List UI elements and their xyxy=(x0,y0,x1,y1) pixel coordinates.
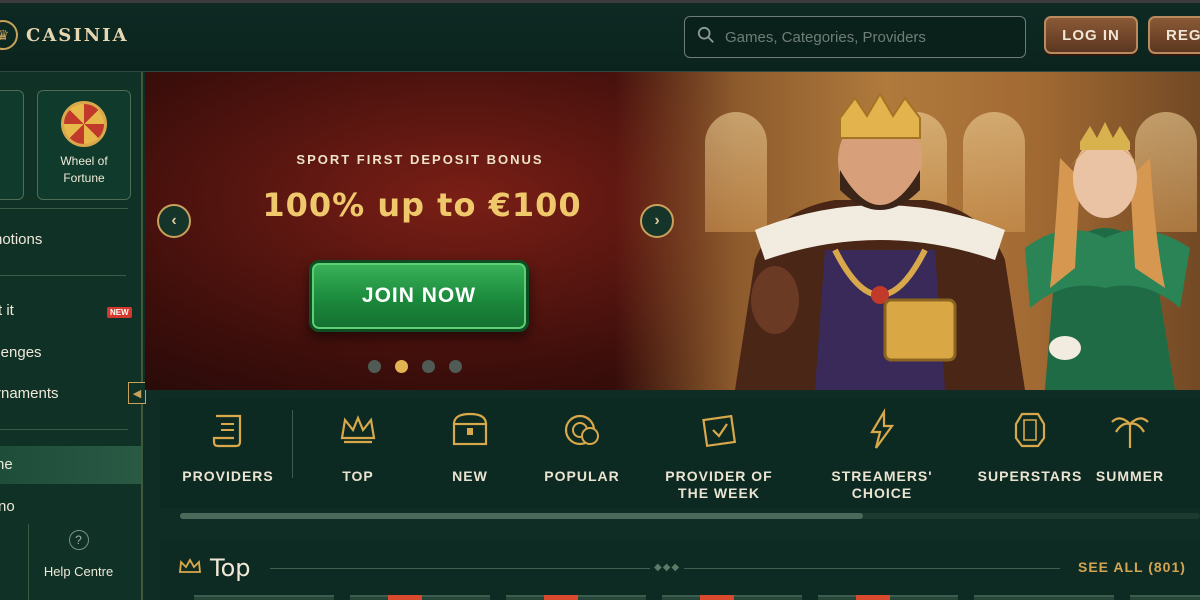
sidebar-tile-partial[interactable] xyxy=(0,90,24,200)
see-all-link[interactable]: SEE ALL (801) xyxy=(1078,559,1186,575)
game-thumbnail[interactable] xyxy=(194,595,334,600)
category-popular[interactable]: POPULAR xyxy=(512,408,652,485)
game-thumbnail[interactable] xyxy=(506,595,646,600)
sidebar-item-home-active[interactable] xyxy=(0,446,141,484)
sidebar: Wheel of Fortune notions t it NEW llenge… xyxy=(0,72,143,600)
top-games-section: Top ◆◆◆ SEE ALL (801) xyxy=(160,540,1200,600)
category-providers[interactable]: PROVIDERS xyxy=(158,408,298,485)
section-title: Top xyxy=(210,554,251,582)
wheel-of-fortune-tile[interactable]: Wheel of Fortune xyxy=(37,90,131,200)
game-badge xyxy=(544,595,578,600)
gem-icon xyxy=(1014,412,1046,448)
game-thumbnail[interactable] xyxy=(350,595,490,600)
category-label: SUMMER xyxy=(1095,468,1165,484)
lion-icon: ♛ xyxy=(0,20,18,50)
game-badge xyxy=(856,595,890,600)
sidebar-item-promotions[interactable]: notions xyxy=(0,231,42,248)
category-label: PROVIDERS xyxy=(182,468,274,484)
crown-icon xyxy=(340,415,376,444)
category-bar: PROVIDERS TOP NEW POPULAR PROVIDER OF TH… xyxy=(160,398,1200,508)
help-centre-button[interactable]: ? Help Centre xyxy=(28,524,128,600)
search-box[interactable] xyxy=(684,16,1026,58)
new-badge: NEW xyxy=(107,307,132,318)
carousel-dot[interactable] xyxy=(368,360,381,373)
promo-subtitle: SPORT FIRST DEPOSIT BONUS xyxy=(296,152,544,167)
game-thumbnail[interactable] xyxy=(974,595,1114,600)
top-header: ♛ CASINIA LOG IN REGI xyxy=(0,0,1200,72)
category-label: NEW xyxy=(452,468,488,484)
sidebar-item-casino[interactable]: no xyxy=(0,498,15,515)
promo-title: 100% up to €100 xyxy=(262,186,582,224)
wheel-of-fortune-label: Wheel of Fortune xyxy=(60,154,108,185)
queen-illustration xyxy=(1025,122,1190,390)
chips-icon xyxy=(564,414,599,446)
banner-next-button[interactable]: › xyxy=(640,204,674,238)
lightning-icon xyxy=(870,408,895,449)
carousel-dot[interactable] xyxy=(422,360,435,373)
category-summer[interactable]: SUMMER xyxy=(1060,408,1200,485)
game-thumbnail[interactable] xyxy=(818,595,958,600)
king-illustration xyxy=(735,92,1025,390)
game-thumbnail[interactable] xyxy=(1130,595,1200,600)
category-streamers-choice[interactable]: STREAMERS' CHOICE xyxy=(812,408,952,502)
carousel-dot[interactable] xyxy=(449,360,462,373)
page: ♛ CASINIA LOG IN REGI Wheel of Fortune n… xyxy=(0,0,1200,600)
sidebar-item-tournaments[interactable]: rnaments xyxy=(0,385,59,402)
promo-banner[interactable]: ‹ › SPORT FIRST DEPOSIT BONUS 100% up to… xyxy=(145,72,1200,390)
game-badge xyxy=(388,595,422,600)
category-scrollbar[interactable] xyxy=(180,513,1200,519)
join-now-button[interactable]: JOIN NOW xyxy=(309,260,529,332)
sidebar-divider xyxy=(0,429,128,430)
sidebar-item-hit-it[interactable]: t it xyxy=(0,302,14,319)
category-scrollbar-thumb[interactable] xyxy=(180,513,863,519)
category-label: PROVIDER OF THE WEEK xyxy=(665,468,773,501)
casinia-logo[interactable]: ♛ CASINIA xyxy=(0,20,129,50)
login-button[interactable]: LOG IN xyxy=(1044,16,1138,54)
category-label: POPULAR xyxy=(544,468,620,484)
banner-prev-button[interactable]: ‹ xyxy=(157,204,191,238)
crown-icon xyxy=(179,558,201,573)
palm-icon xyxy=(1111,417,1149,448)
sidebar-divider xyxy=(0,208,128,209)
search-icon xyxy=(697,26,715,49)
help-icon: ? xyxy=(68,530,89,550)
sidebar-item-home[interactable]: ne xyxy=(0,456,13,473)
category-provider-of-the-week[interactable]: PROVIDER OF THE WEEK xyxy=(648,408,790,502)
scroll-icon xyxy=(212,414,242,448)
carousel-dot-active[interactable] xyxy=(395,360,408,373)
register-button[interactable]: REGI xyxy=(1148,16,1200,54)
category-label: STREAMERS' CHOICE xyxy=(831,468,933,501)
search-input[interactable] xyxy=(725,28,1005,46)
sidebar-divider xyxy=(0,275,126,276)
game-thumbnail[interactable] xyxy=(662,595,802,600)
sidebar-collapse-button[interactable]: ◀ xyxy=(128,382,146,404)
help-centre-label: Help Centre xyxy=(43,564,114,579)
sidebar-item-challenges[interactable]: llenges xyxy=(0,344,42,361)
game-badge xyxy=(700,595,734,600)
logo-text: CASINIA xyxy=(26,24,129,46)
category-label: TOP xyxy=(342,468,374,484)
wheel-icon xyxy=(61,101,107,147)
carousel-dots xyxy=(368,360,462,373)
calendar-icon xyxy=(702,414,737,448)
section-ornament: ◆◆◆ xyxy=(650,562,685,573)
chest-icon xyxy=(452,412,488,446)
